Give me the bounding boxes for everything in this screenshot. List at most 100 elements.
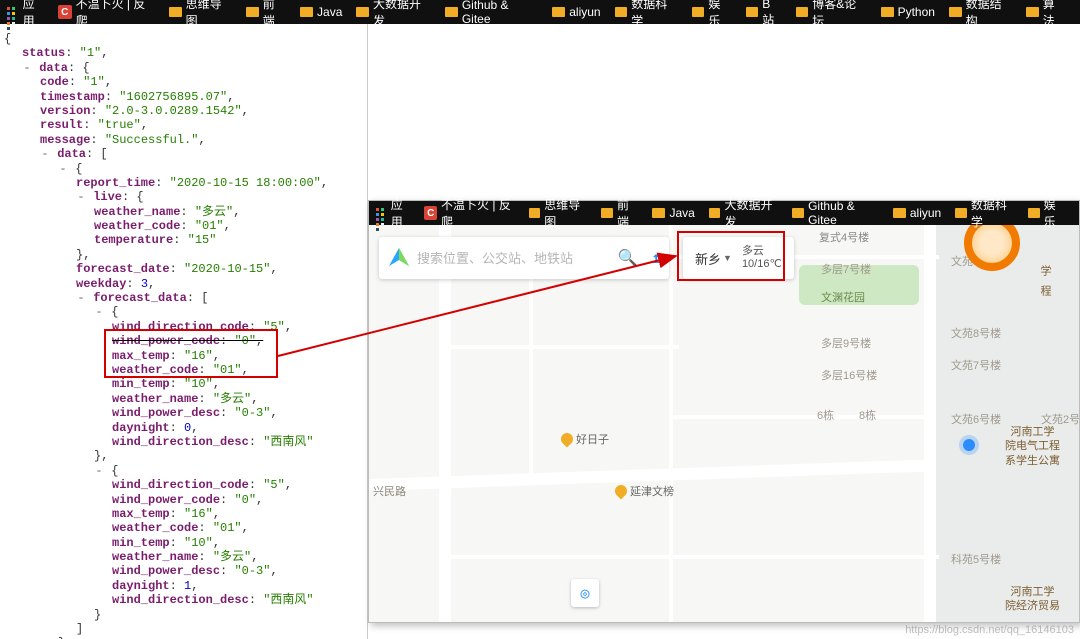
c-icon: C (424, 206, 437, 220)
bookmark-item[interactable]: aliyun (552, 5, 600, 19)
folder-icon (746, 7, 759, 17)
bookmark-item[interactable]: 数据结构 (949, 0, 1012, 29)
json-value: "01" (213, 363, 242, 377)
bookmark-item[interactable]: 娱乐 (692, 0, 732, 29)
bookmark-item[interactable]: B站 (746, 0, 782, 28)
json-value: "5" (263, 320, 285, 334)
bookmark-item[interactable]: 大数据开发 (356, 0, 431, 29)
embedded-map-screenshot: 应用 C不温卜火 | 反爬 思维导图 前端 Java 大数据开发 Github … (368, 200, 1080, 623)
bookmark-item[interactable]: 娱乐 (1028, 196, 1065, 230)
json-value: "0-3" (234, 406, 270, 420)
folder-icon (692, 7, 705, 17)
map-poi[interactable]: 延津文榜 (615, 483, 674, 499)
folder-icon (1026, 7, 1039, 17)
building-label: 文苑7号楼 (951, 357, 1001, 373)
json-value: "15" (188, 233, 217, 247)
bookmark-item[interactable]: 前端 (246, 0, 286, 29)
json-value: "0" (234, 334, 256, 348)
apps-icon[interactable] (6, 6, 19, 19)
json-value: "多云" (195, 205, 233, 219)
c-icon: C (58, 5, 72, 19)
watermark: https://blog.csdn.net/qq_16146103 (905, 624, 1074, 636)
weather-condition: 多云 10/16℃ (742, 245, 782, 270)
map-poi[interactable]: 好日子 (561, 431, 609, 447)
folder-icon (709, 208, 721, 218)
directions-icon[interactable]: ↥ (651, 248, 661, 268)
folder-icon (300, 7, 313, 17)
collapse-toggle[interactable]: - (22, 61, 32, 75)
json-tree-panel[interactable]: { status: "1", - data: { code: "1", time… (0, 24, 368, 639)
folder-icon (601, 208, 613, 218)
bookmark-item[interactable]: 前端 (601, 196, 638, 230)
json-value: "1" (83, 75, 105, 89)
pin-icon (559, 431, 576, 448)
weather-widget[interactable]: 新乡 ▼ 多云 10/16℃ (683, 237, 794, 279)
bookmark-item[interactable]: Java (652, 206, 694, 220)
bookmark-item[interactable]: 数据科学 (955, 196, 1014, 230)
folder-icon (796, 7, 809, 17)
building-label: 科苑5号楼 (951, 551, 1001, 567)
json-value: "5" (263, 478, 285, 492)
collapse-toggle[interactable]: - (94, 305, 104, 319)
json-value: "Successful." (105, 133, 199, 147)
road (669, 225, 673, 622)
building-label: 程 (1037, 285, 1053, 296)
folder-icon (1028, 208, 1040, 218)
bookmark-item[interactable]: 博客&论坛 (796, 0, 867, 29)
apps-icon[interactable] (375, 207, 387, 220)
bookmark-item[interactable]: Github & Gitee (445, 0, 538, 26)
search-icon[interactable]: 🔍 (617, 248, 637, 268)
folder-icon (955, 208, 967, 218)
folder-icon (529, 208, 541, 218)
folder-icon (792, 208, 804, 218)
apps-label[interactable]: 应用 (23, 0, 46, 29)
json-value: "2020-10-15" (184, 262, 270, 276)
map-canvas[interactable]: 兴民路 好日子 延津文榜 复式4号楼 多层7号楼 文渊花园 多层9号楼 多层16… (369, 225, 1079, 622)
json-value: "0" (234, 493, 256, 507)
collapse-toggle[interactable]: - (76, 190, 86, 204)
apps-label[interactable]: 应用 (391, 196, 413, 230)
bookmark-item[interactable]: Github & Gitee (792, 199, 878, 227)
json-value: "西南风" (263, 593, 313, 607)
road (439, 345, 679, 349)
weather-city: 新乡 (695, 249, 721, 268)
folder-icon (881, 7, 894, 17)
building-label: 6栋 (817, 407, 834, 423)
bookmark-item[interactable]: C不温卜火 | 反爬 (424, 196, 514, 230)
bookmark-item[interactable]: 算法 (1026, 0, 1066, 29)
collapse-toggle[interactable]: - (58, 162, 68, 176)
bookmark-item[interactable]: 大数据开发 (709, 196, 779, 230)
json-value: "多云" (213, 392, 251, 406)
building-label: 学 (1037, 265, 1053, 276)
bookmark-item[interactable]: 思维导图 (169, 0, 232, 29)
json-value: "2020-10-15 18:00:00" (170, 176, 321, 190)
json-value: "1" (80, 46, 102, 60)
chevron-down-icon[interactable]: ▼ (723, 253, 732, 263)
bookmark-item[interactable]: Java (300, 5, 342, 19)
bookmark-item[interactable]: aliyun (893, 206, 941, 220)
road-label: 兴民路 (373, 483, 406, 499)
json-value: "16" (184, 349, 213, 363)
collapse-toggle[interactable]: - (76, 291, 86, 305)
bookmark-item[interactable]: C不温卜火 | 反爬 (58, 0, 155, 29)
location-dot-icon (963, 439, 975, 451)
bookmark-item[interactable]: 思维导图 (529, 196, 588, 230)
bookmark-item[interactable]: Python (881, 5, 935, 19)
road (439, 225, 451, 622)
campus-label: 河南工学院经济贸易 (1005, 585, 1060, 614)
json-value: "2.0-3.0.0289.1542" (105, 104, 242, 118)
bookmark-item[interactable]: 数据科学 (615, 0, 678, 29)
locate-button[interactable]: ◎ (571, 579, 599, 607)
road (669, 415, 929, 419)
road (529, 255, 533, 485)
building-label: 多层9号楼 (821, 335, 871, 351)
collapse-toggle[interactable]: - (94, 464, 104, 478)
folder-icon (652, 208, 665, 218)
folder-icon (893, 208, 906, 218)
building-label: 复式4号楼 (819, 229, 869, 245)
building-label: 8栋 (859, 407, 876, 423)
json-value: "多云" (213, 550, 251, 564)
search-input[interactable] (417, 251, 611, 266)
json-value: "10" (184, 536, 213, 550)
collapse-toggle[interactable]: - (40, 147, 50, 161)
